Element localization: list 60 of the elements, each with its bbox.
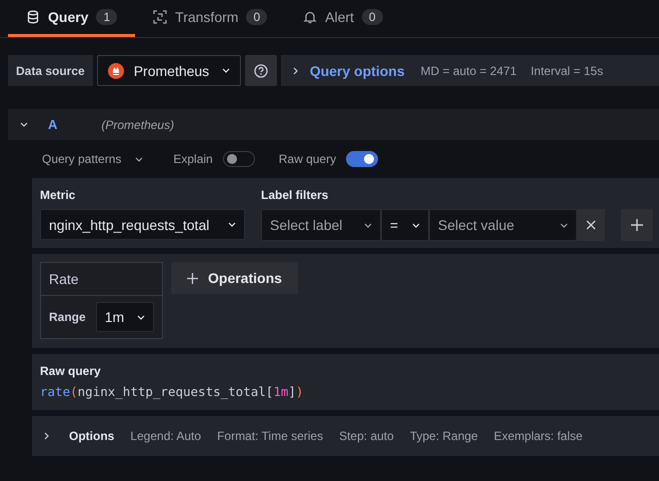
- tab[interactable]: Query 1: [8, 0, 136, 37]
- data-source-label: Data source: [8, 55, 93, 86]
- chevron-down-icon: [364, 222, 372, 228]
- plus-icon: [631, 219, 643, 231]
- transform-icon: [153, 10, 168, 24]
- operation-title: Rate: [49, 271, 79, 287]
- operator-select[interactable]: =: [381, 209, 429, 241]
- chevron-right-icon: [44, 432, 49, 440]
- label-select[interactable]: Select label: [261, 209, 381, 241]
- chevron-down-icon: [137, 314, 145, 320]
- raw-query-toggle[interactable]: [346, 151, 378, 167]
- chevron-down-icon: [560, 222, 568, 228]
- option-summary: Exemplars: false: [494, 429, 583, 443]
- count-badge: 1: [96, 9, 118, 25]
- query-ref-label: A: [48, 117, 58, 132]
- count-badge: 0: [246, 9, 268, 25]
- option-summary: Format: Time series: [217, 429, 324, 443]
- metric-label: Metric: [40, 188, 76, 202]
- raw-query-code: rate(nginx_http_requests_total[1m]): [40, 384, 304, 399]
- tab[interactable]: Transform 0: [135, 0, 286, 37]
- chevron-right-icon: [292, 66, 298, 74]
- range-label: Range: [49, 310, 86, 324]
- explain-toggle[interactable]: [222, 151, 255, 167]
- database-icon: [26, 10, 40, 24]
- collapse-chevron-icon[interactable]: [20, 122, 28, 127]
- query-row-header[interactable]: A (Prometheus): [8, 109, 659, 140]
- max-data-points-text: MD = auto = 2471: [420, 64, 517, 78]
- data-source-select[interactable]: Prometheus: [96, 55, 241, 86]
- option-summary: Legend: Auto: [130, 429, 202, 443]
- value-select[interactable]: Select value: [429, 209, 577, 241]
- chevron-down-icon: [412, 222, 420, 228]
- options-bar[interactable]: Options Legend: Auto Format: Time series Step: auto Type: Range Exemplars: false: [32, 416, 659, 456]
- chevron-down-icon: [228, 222, 236, 227]
- plus-icon: [187, 272, 198, 284]
- option-summary: Type: Range: [410, 429, 478, 443]
- interval-text: Interval = 15s: [530, 64, 604, 78]
- raw-query-heading: Raw query: [40, 364, 102, 378]
- query-patterns-dropdown[interactable]: Query patterns: [42, 152, 144, 166]
- options-label: Options: [69, 429, 114, 443]
- help-icon: [254, 64, 268, 78]
- chevron-down-icon: [135, 156, 144, 162]
- help-button[interactable]: [244, 55, 277, 86]
- raw-query-label: Raw query: [278, 152, 336, 166]
- tab[interactable]: Alert 0: [285, 0, 401, 37]
- count-badge: 0: [362, 9, 383, 25]
- flame-logo-icon: [108, 62, 124, 78]
- remove-filter-button[interactable]: [577, 209, 605, 241]
- explain-label: Explain: [173, 152, 213, 166]
- range-select[interactable]: 1m: [96, 302, 154, 332]
- chevron-down-icon: [222, 68, 230, 73]
- option-summary: Step: auto: [339, 429, 394, 443]
- query-options-bar[interactable]: Query options MD = auto = 2471 Interval = 15s: [280, 55, 659, 86]
- query-options-link[interactable]: Query options: [310, 62, 405, 78]
- metric-select[interactable]: nginx_http_requests_total: [40, 209, 245, 240]
- add-operation-button[interactable]: Operations: [171, 262, 298, 294]
- query-source-label: (Prometheus): [101, 118, 174, 132]
- close-icon: [586, 220, 596, 230]
- bell-icon: [303, 10, 318, 24]
- label-filters-label: Label filters: [261, 188, 330, 202]
- add-filter-button[interactable]: [621, 209, 653, 241]
